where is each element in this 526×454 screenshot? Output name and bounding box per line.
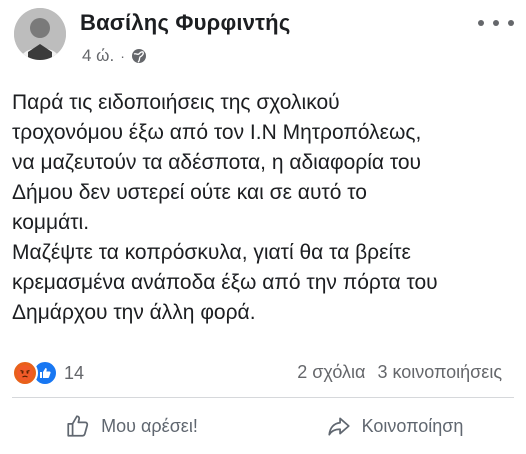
- post-text-line: κομμάτι.: [12, 211, 90, 234]
- meta-separator: ·: [120, 48, 125, 64]
- globe-icon[interactable]: [131, 48, 147, 64]
- post-text-line: τροχονόμου έξω από τον Ι.Ν Μητροπόλεως,: [12, 121, 422, 144]
- post-timestamp[interactable]: 4 ώ.: [82, 46, 114, 66]
- post-text-line: Δημάρχου την άλλη φορά.: [12, 301, 256, 324]
- post-actions: Μου αρέσει! Κοινοποίηση: [0, 406, 526, 446]
- thumbs-up-icon: [67, 415, 89, 437]
- more-options-icon[interactable]: [478, 14, 514, 32]
- share-button-label: Κοινοποίηση: [361, 415, 464, 436]
- post-text-line: Μαζέψτε τα κοπρόσκυλα, γιατί θα τα βρείτ…: [12, 241, 411, 264]
- facebook-post: Βασίλης Φυρφιντής 4 ώ. · Παρά τις ειδοπο…: [0, 0, 526, 454]
- comments-count[interactable]: 2 σχόλια: [297, 362, 365, 383]
- share-arrow-icon: [327, 417, 350, 436]
- post-text-line: να μαζευτούν τα αδέσποτα, η αδιαφορία το…: [12, 151, 422, 174]
- author-name[interactable]: Βασίλης Φυρφιντής: [80, 10, 290, 36]
- divider: [12, 397, 514, 398]
- avatar[interactable]: [14, 8, 66, 60]
- reactions-summary[interactable]: 14: [12, 360, 84, 386]
- avatar-photo: [14, 8, 66, 60]
- shares-count[interactable]: 3 κοινοποιήσεις: [377, 362, 502, 383]
- angry-reaction-icon: [12, 360, 38, 386]
- post-text: Παρά τις ειδοποιήσεις της σχολικού τροχο…: [12, 88, 517, 328]
- share-button[interactable]: Κοινοποίηση: [263, 406, 526, 446]
- post-text-line: Παρά τις ειδοποιήσεις της σχολικού: [12, 91, 340, 114]
- post-meta: 4 ώ. ·: [82, 46, 147, 66]
- post-text-line: Δήμου δεν υστερεί ούτε και σε αυτό το: [12, 181, 367, 204]
- like-button[interactable]: Μου αρέσει!: [0, 406, 263, 446]
- reaction-count: 14: [64, 362, 85, 383]
- post-text-line: κρεμασμένα ανάποδα έξω από την πόρτα του: [12, 271, 438, 294]
- engagement-stats: 2 σχόλια 3 κοινοποιήσεις: [297, 362, 502, 383]
- like-button-label: Μου αρέσει!: [101, 415, 198, 436]
